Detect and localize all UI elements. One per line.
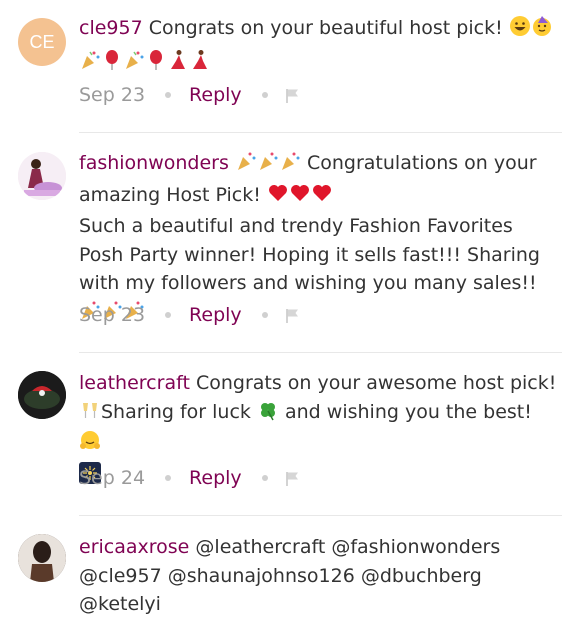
comment-meta: Sep 24 Reply [79,464,300,492]
avatar[interactable] [18,534,66,582]
heart-icon [267,182,289,213]
heart-icon [311,182,333,213]
four-leaf-clover-icon [257,399,279,430]
dancer-icon [167,49,189,80]
reply-button[interactable]: Reply [189,467,242,489]
username-link[interactable]: leathercraft [79,372,190,394]
username-link[interactable]: ericaaxrose [79,536,189,558]
username-link[interactable]: fashionwonders [79,152,229,174]
party-popper-icon [79,49,101,80]
hugging-face-icon [79,430,101,461]
comment-date: Sep 23 [79,304,146,326]
separator-dot [165,92,172,98]
separator-dot [261,92,268,98]
partying-face-icon [531,15,553,46]
heart-icon [289,182,311,213]
avatar-image [18,534,66,582]
comment-date: Sep 24 [79,467,146,489]
reply-button[interactable]: Reply [189,84,242,106]
avatar-image [18,152,66,200]
separator-dot [165,312,172,318]
divider [79,515,562,516]
grinning-face-icon [509,15,531,46]
clinking-glasses-icon [79,399,101,430]
flag-icon[interactable] [285,470,300,486]
balloon-icon [101,49,123,80]
comment-date: Sep 23 [79,84,146,106]
divider [79,352,562,353]
party-popper-icon [279,150,301,181]
comment-text: Congrats on your awesome host pick! [189,372,557,394]
username-link[interactable]: cle957 [79,17,143,39]
dancer-icon [189,49,211,80]
separator-dot [165,475,172,481]
separator-dot [261,475,268,481]
emoji-row [79,48,559,80]
comment-text: Congrats on your beautiful host pick! [142,17,509,39]
comment-text-continued-2: and wishing you the best! [278,400,532,423]
avatar[interactable] [18,152,66,200]
comment-body: ericaaxrose @leathercraft @fashionwonder… [79,533,559,619]
comment-meta: Sep 23 Reply [79,301,300,329]
party-popper-icon [123,49,145,80]
comment-text-continued: Sharing for luck [101,400,257,423]
party-popper-icon [257,150,279,181]
divider [79,132,562,133]
flag-icon[interactable] [285,87,300,103]
balloon-icon [145,49,167,80]
reply-button[interactable]: Reply [189,304,242,326]
comment-body: cle957 Congrats on your beautiful host p… [79,14,559,79]
flag-icon[interactable] [285,307,300,323]
avatar[interactable] [18,371,66,419]
avatar[interactable]: CE [18,18,66,66]
comment-text-continued: Such a beautiful and trendy Fashion Favo… [79,215,540,294]
party-popper-icon [235,150,257,181]
avatar-image [18,371,66,419]
comment-meta: Sep 23 Reply [79,81,300,109]
separator-dot [261,312,268,318]
